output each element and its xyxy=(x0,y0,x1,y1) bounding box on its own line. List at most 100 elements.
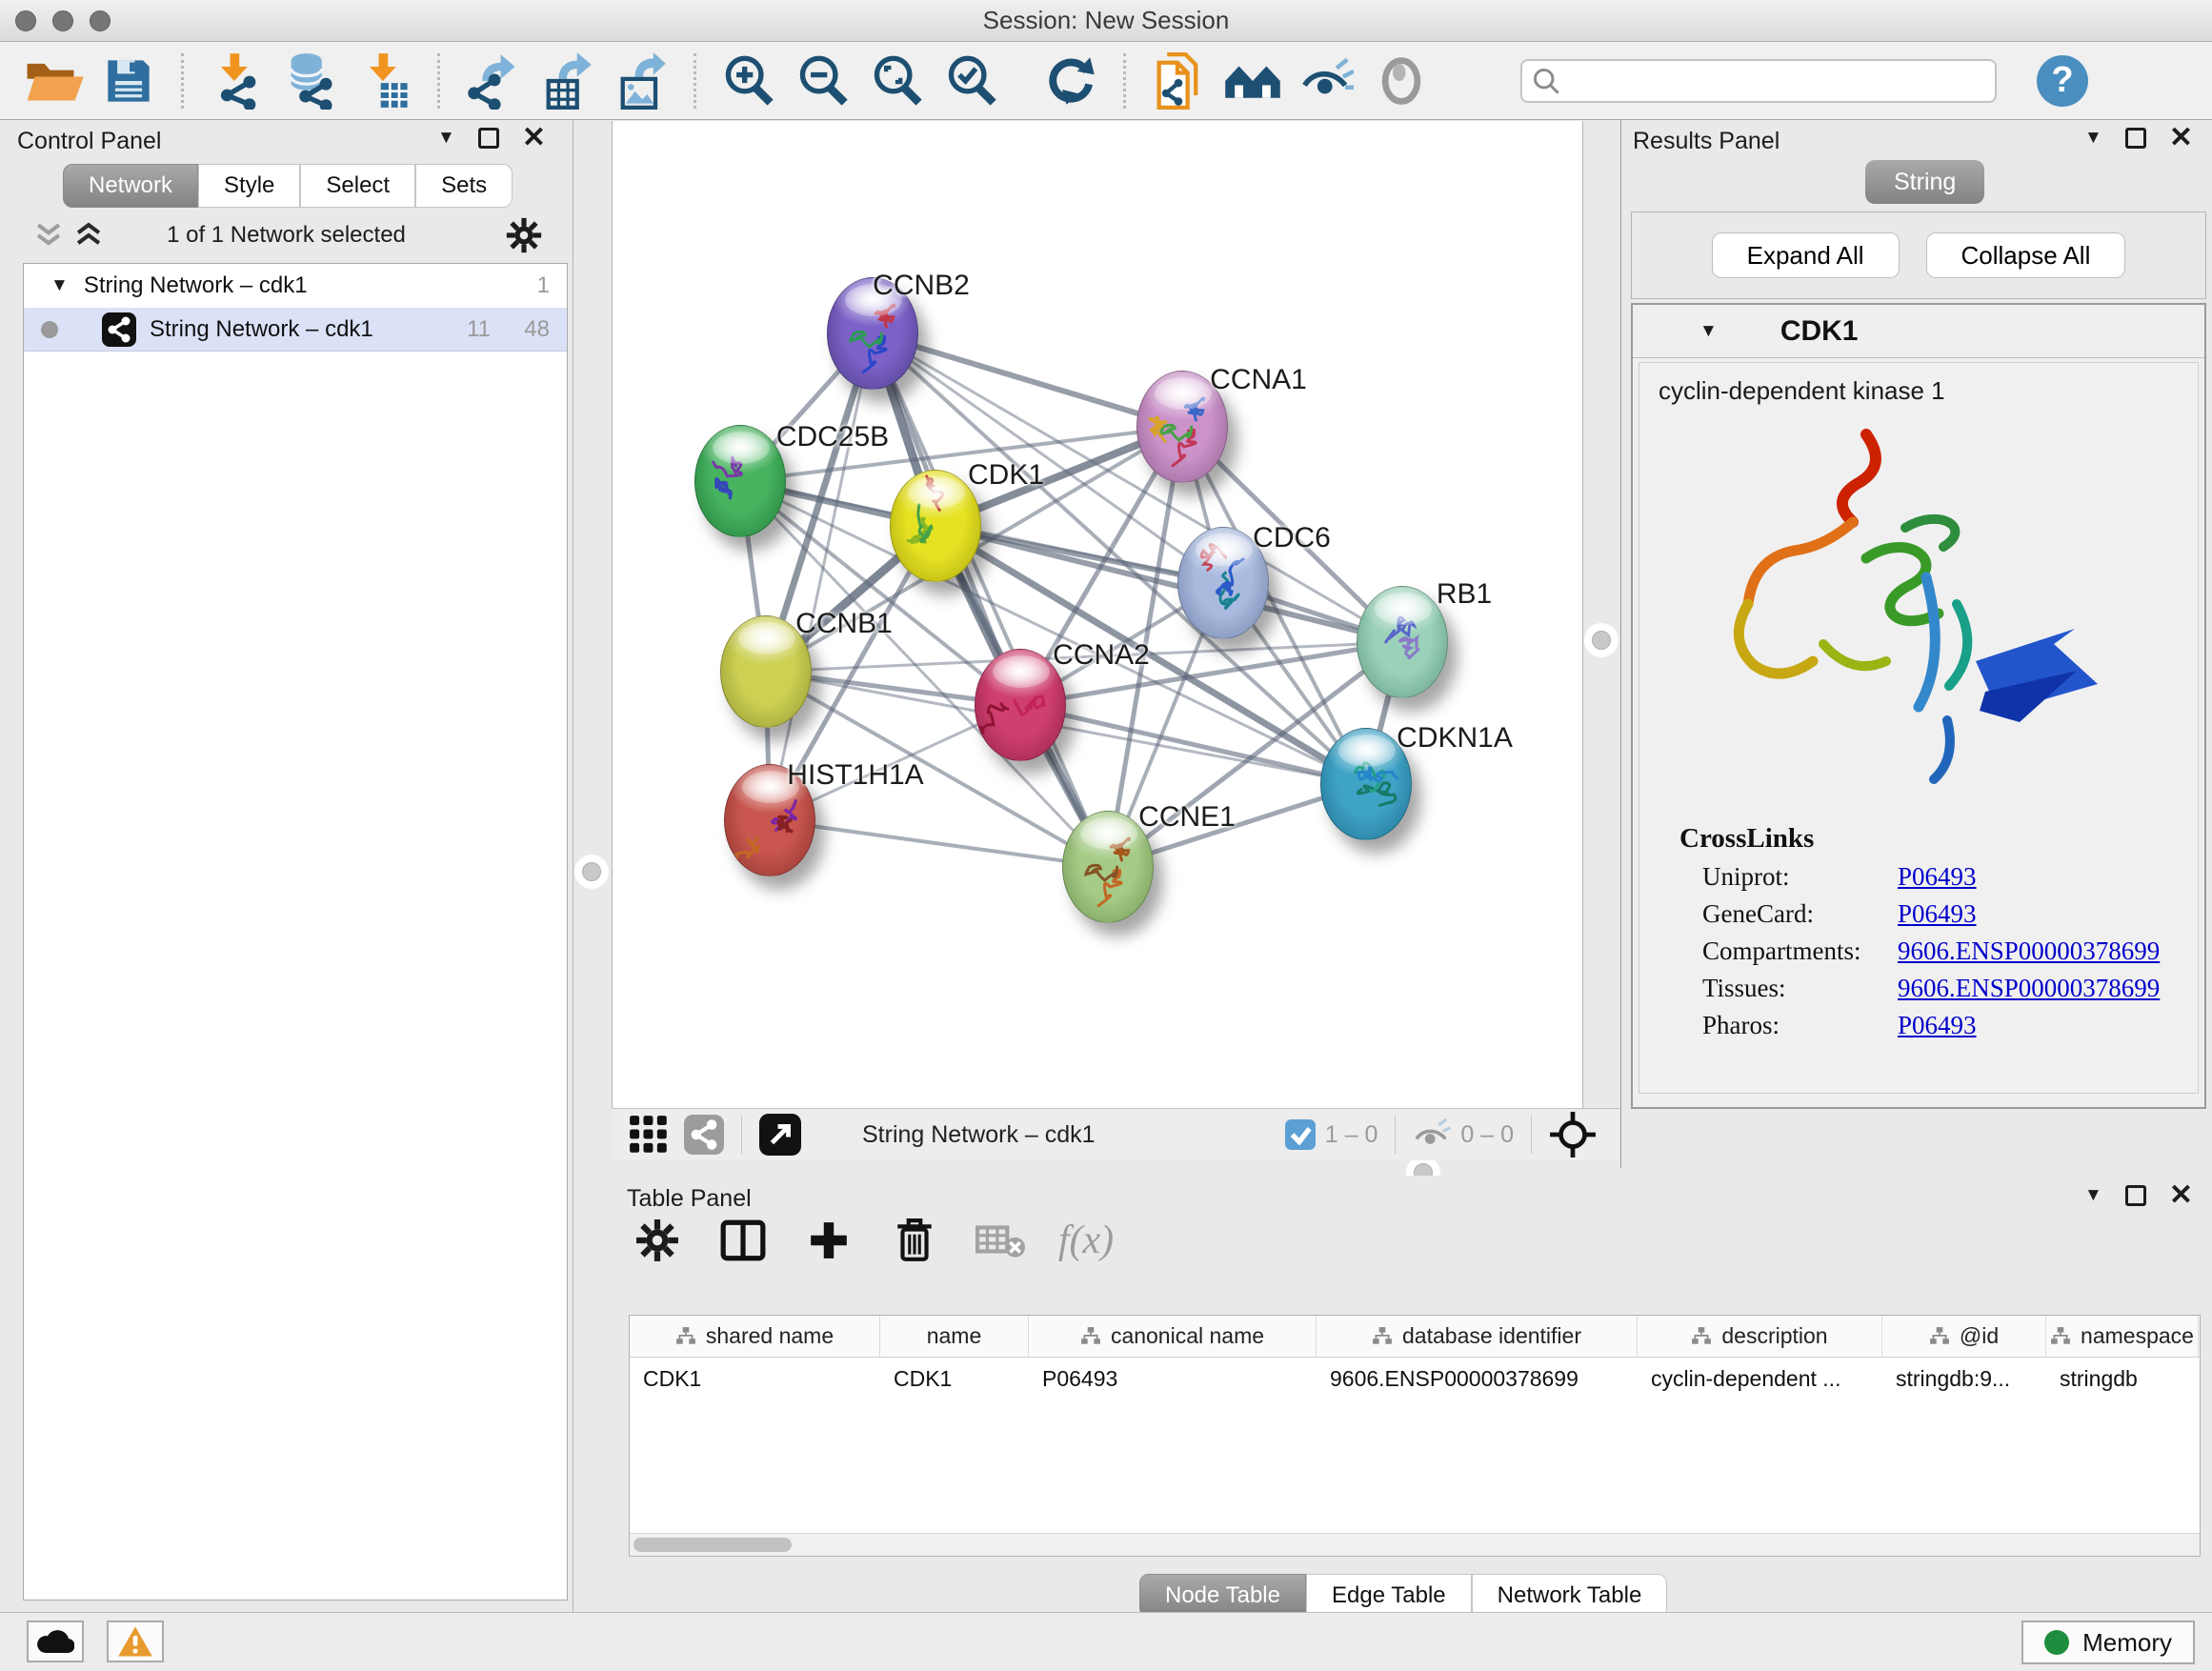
export-table-button[interactable] xyxy=(530,50,604,111)
share-badge-icon[interactable] xyxy=(684,1115,724,1155)
right-splitter-handle[interactable] xyxy=(1592,631,1611,650)
control-panel: Control Panel ▼ ✕ Network Style Select S… xyxy=(0,120,573,1612)
column-header-description[interactable]: description xyxy=(1638,1316,1882,1357)
panel-menu-icon[interactable]: ▼ xyxy=(2084,1185,2102,1206)
column-label: @id xyxy=(1960,1323,1999,1349)
export-network-button[interactable] xyxy=(455,50,530,111)
panel-menu-icon[interactable]: ▼ xyxy=(2084,128,2102,149)
collapse-all-button[interactable]: Collapse All xyxy=(1926,232,2126,278)
crosslink-label: GeneCard: xyxy=(1702,899,1898,929)
close-panel-icon[interactable]: ✕ xyxy=(2169,1185,2193,1206)
trash-icon[interactable] xyxy=(888,1214,941,1267)
open-new-window-icon[interactable] xyxy=(759,1114,801,1156)
network-edge[interactable] xyxy=(1020,705,1366,784)
close-panel-icon[interactable]: ✕ xyxy=(2169,128,2193,149)
import-network-file-button[interactable] xyxy=(199,50,273,111)
expand-all-button[interactable]: Expand All xyxy=(1712,232,1900,278)
close-panel-icon[interactable]: ✕ xyxy=(522,128,546,149)
table-cell[interactable]: cyclin-dependent ... xyxy=(1638,1358,1882,1401)
import-network-database-button[interactable] xyxy=(273,50,348,111)
network-node-cdc25b[interactable] xyxy=(694,425,786,537)
zoom-fit-button[interactable] xyxy=(860,50,935,111)
network-tree-root-row[interactable]: ▼ String Network – cdk1 1 xyxy=(24,264,567,308)
column-header-canonical-name[interactable]: canonical name xyxy=(1029,1316,1317,1357)
network-node-rb1[interactable] xyxy=(1357,586,1448,698)
section-expander-icon[interactable]: ▼ xyxy=(1699,321,1718,342)
zoom-in-button[interactable] xyxy=(712,50,786,111)
table-cell[interactable]: 9606.ENSP00000378699 xyxy=(1317,1358,1638,1401)
crosslink-link[interactable]: 9606.ENSP00000378699 xyxy=(1898,936,2160,966)
eye-hidden-icon[interactable] xyxy=(1413,1118,1451,1151)
table-cell[interactable]: P06493 xyxy=(1029,1358,1317,1401)
gear-icon[interactable] xyxy=(506,217,542,253)
grid-icon[interactable] xyxy=(629,1115,669,1155)
tab-select[interactable]: Select xyxy=(300,164,415,208)
network-from-selection-button[interactable] xyxy=(1141,50,1216,111)
crosslink-row: Compartments:9606.ENSP00000378699 xyxy=(1702,936,2198,966)
left-splitter-handle[interactable] xyxy=(582,862,601,881)
float-panel-icon[interactable] xyxy=(2125,1185,2146,1206)
gear-icon[interactable] xyxy=(631,1214,684,1267)
warning-button[interactable] xyxy=(107,1621,164,1662)
export-image-button[interactable] xyxy=(604,50,678,111)
crosslink-link[interactable]: P06493 xyxy=(1898,1011,1977,1040)
table-cell[interactable]: CDK1 xyxy=(630,1358,880,1401)
crosslink-label: Compartments: xyxy=(1702,936,1898,966)
node-label-cdkn1a: CDKN1A xyxy=(1397,722,1513,755)
tab-style[interactable]: Style xyxy=(198,164,300,208)
status-bar: Memory xyxy=(0,1612,2212,1671)
zoom-selected-button[interactable] xyxy=(935,50,1009,111)
crosslink-link[interactable]: P06493 xyxy=(1898,899,1977,929)
search-input[interactable] xyxy=(1560,68,1970,94)
table-cell[interactable]: CDK1 xyxy=(880,1358,1029,1401)
column-label: name xyxy=(927,1323,982,1349)
selected-checkbox-icon[interactable] xyxy=(1285,1119,1316,1150)
hide-selection-button[interactable] xyxy=(1290,50,1364,111)
table-row[interactable]: CDK1CDK1P064939606.ENSP00000378699cyclin… xyxy=(630,1358,2200,1401)
tree-expander-icon[interactable]: ▼ xyxy=(50,275,69,296)
crosslink-label: Tissues: xyxy=(1702,974,1898,1003)
node-label-ccnb2: CCNB2 xyxy=(873,270,970,302)
column-header-shared-name[interactable]: shared name xyxy=(630,1316,880,1357)
gene-section-header[interactable]: ▼ CDK1 xyxy=(1633,305,2204,358)
function-icon[interactable]: f(x) xyxy=(1059,1214,1113,1267)
column-header-database-identifier[interactable]: database identifier xyxy=(1317,1316,1638,1357)
help-button[interactable]: ? xyxy=(2037,55,2088,107)
cloud-button[interactable] xyxy=(27,1621,84,1662)
column-header-name[interactable]: name xyxy=(880,1316,1029,1357)
crosslinks-heading: CrossLinks xyxy=(1679,823,2198,855)
zoom-out-button[interactable] xyxy=(786,50,860,111)
network-edge[interactable] xyxy=(873,333,1182,427)
memory-button[interactable]: Memory xyxy=(2021,1621,2195,1664)
control-panel-title: Control Panel xyxy=(17,128,161,155)
crosslink-link[interactable]: P06493 xyxy=(1898,862,1977,892)
tab-sets[interactable]: Sets xyxy=(415,164,513,208)
crosslink-link[interactable]: 9606.ENSP00000378699 xyxy=(1898,974,2160,1003)
table-cell[interactable]: stringdb:9... xyxy=(1882,1358,2046,1401)
table-cell[interactable]: stringdb xyxy=(2046,1358,2199,1401)
delete-table-icon[interactable] xyxy=(974,1214,1027,1267)
open-session-button[interactable] xyxy=(17,50,91,111)
tab-network[interactable]: Network xyxy=(63,164,198,208)
import-table-button[interactable] xyxy=(348,50,422,111)
network-canvas[interactable]: CCNB2CCNA1CDC25BCDK1CDC6RB1CCNB1CCNA2CDK… xyxy=(612,121,1583,1108)
columns-icon[interactable] xyxy=(716,1214,770,1267)
scrollbar-thumb[interactable] xyxy=(633,1538,792,1552)
save-session-button[interactable] xyxy=(91,50,166,111)
network-edge[interactable] xyxy=(770,820,1108,867)
panel-menu-icon[interactable]: ▼ xyxy=(437,128,455,149)
float-panel-icon[interactable] xyxy=(478,128,499,149)
add-icon[interactable] xyxy=(802,1214,855,1267)
tab-string[interactable]: String xyxy=(1865,160,1984,204)
column-header-namespace[interactable]: namespace xyxy=(2046,1316,2199,1357)
show-all-button[interactable] xyxy=(1364,50,1438,111)
horizontal-scrollbar[interactable] xyxy=(630,1533,2200,1556)
apply-layout-button[interactable] xyxy=(1034,50,1108,111)
toolbar-separator xyxy=(1123,53,1126,109)
network-tree-row-selected[interactable]: String Network – cdk1 11 48 xyxy=(24,308,567,352)
search-field[interactable] xyxy=(1520,59,1997,103)
column-header--id[interactable]: @id xyxy=(1882,1316,2046,1357)
float-panel-icon[interactable] xyxy=(2125,128,2146,149)
first-neighbors-button[interactable] xyxy=(1216,50,1290,111)
crosshair-icon[interactable] xyxy=(1549,1111,1597,1158)
